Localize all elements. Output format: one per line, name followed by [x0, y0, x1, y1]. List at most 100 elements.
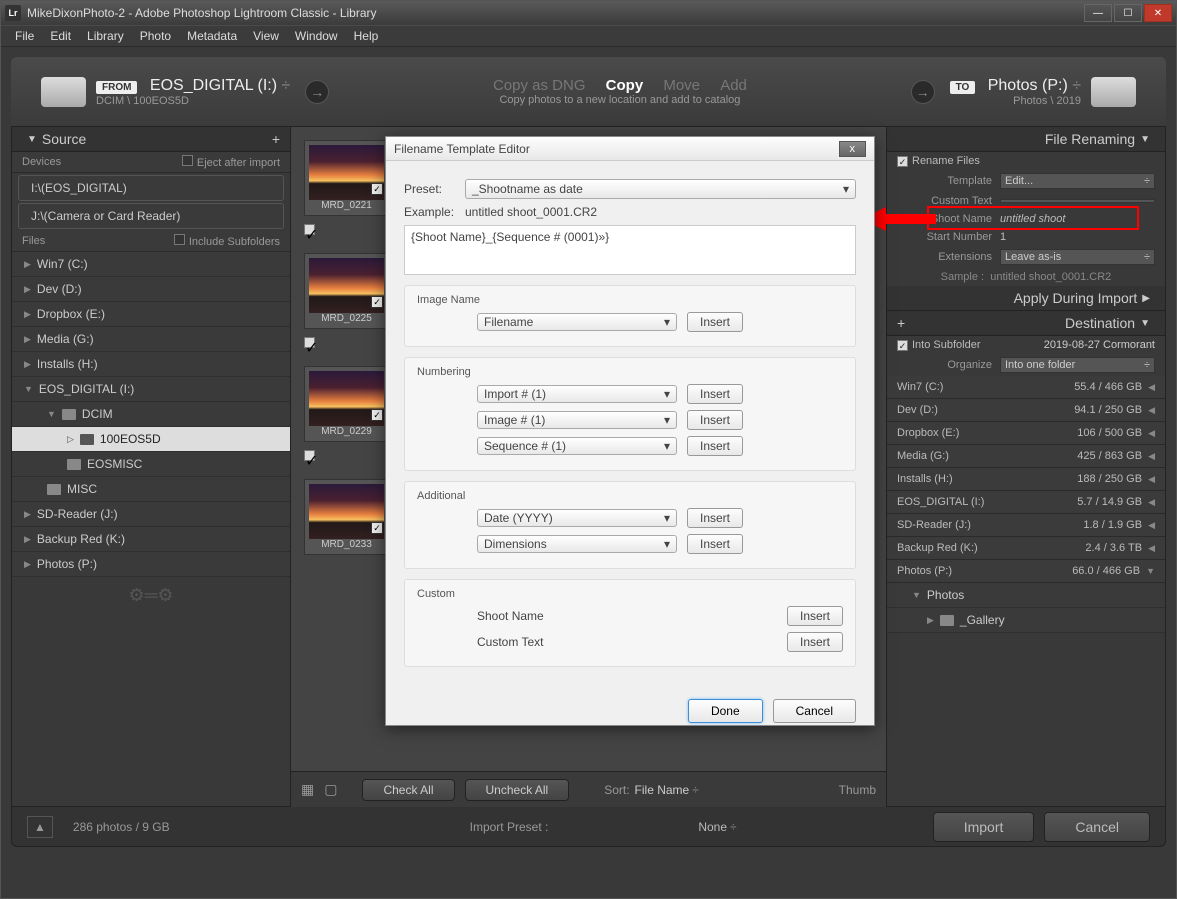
- insert-button[interactable]: Insert: [687, 410, 743, 430]
- drive-media[interactable]: ▶Media (G:): [12, 327, 290, 352]
- maximize-button[interactable]: ☐: [1114, 4, 1142, 22]
- mode-add[interactable]: Add: [720, 77, 747, 94]
- dest-drive[interactable]: Dev (D:)94.1 / 250 GB◀: [887, 399, 1165, 422]
- dest-folder-photos[interactable]: ▼Photos: [887, 583, 1165, 608]
- drive-eos[interactable]: ▼EOS_DIGITAL (I:): [12, 377, 290, 402]
- drive-sdreader[interactable]: ▶SD-Reader (J:): [12, 502, 290, 527]
- check-all-button[interactable]: Check All: [362, 779, 454, 801]
- destination-header[interactable]: +Destination▼: [887, 311, 1165, 336]
- subfolders-checkbox[interactable]: [174, 234, 185, 245]
- sort-value[interactable]: File Name: [635, 783, 690, 797]
- date-dropdown[interactable]: Date (YYYY)▾: [477, 509, 677, 527]
- insert-button[interactable]: Insert: [787, 632, 843, 652]
- drive-dev[interactable]: ▶Dev (D:): [12, 277, 290, 302]
- dest-folder-gallery[interactable]: ▶_Gallery: [887, 608, 1165, 633]
- arrow-right-icon-2[interactable]: →: [911, 80, 935, 104]
- start-number[interactable]: 1: [1000, 231, 1155, 243]
- folder-misc[interactable]: MISC: [12, 477, 290, 502]
- menu-photo[interactable]: Photo: [132, 29, 179, 43]
- row-check[interactable]: ✓: [304, 224, 315, 235]
- row-check[interactable]: ✓: [304, 337, 315, 348]
- menu-metadata[interactable]: Metadata: [179, 29, 245, 43]
- drive-dropbox[interactable]: ▶Dropbox (E:): [12, 302, 290, 327]
- mode-copy-dng[interactable]: Copy as DNG: [493, 77, 586, 94]
- dest-drive[interactable]: Win7 (C:)55.4 / 466 GB◀: [887, 376, 1165, 399]
- to-drive[interactable]: Photos (P:): [988, 77, 1068, 94]
- insert-button[interactable]: Insert: [687, 436, 743, 456]
- footer: ▲ 286 photos / 9 GB Import Preset : None…: [11, 807, 1166, 847]
- preset-dropdown[interactable]: _Shootname as date▾: [465, 179, 856, 199]
- dialog-close-button[interactable]: x: [839, 141, 867, 157]
- menu-view[interactable]: View: [245, 29, 287, 43]
- source-header[interactable]: ▼Source+: [12, 127, 290, 152]
- folder-100eos5d[interactable]: ▷100EOS5D: [12, 427, 290, 452]
- dest-drive[interactable]: Backup Red (K:)2.4 / 3.6 TB◀: [887, 537, 1165, 560]
- folder-eosmisc[interactable]: EOSMISC: [12, 452, 290, 477]
- menu-help[interactable]: Help: [346, 29, 387, 43]
- cancel-dialog-button[interactable]: Cancel: [773, 699, 856, 723]
- menubar: File Edit Library Photo Metadata View Wi…: [1, 25, 1176, 47]
- annotation-highlight: [927, 206, 1139, 230]
- from-drive[interactable]: EOS_DIGITAL (I:): [150, 77, 277, 94]
- source-drive-icon: [41, 77, 86, 107]
- cancel-button[interactable]: Cancel: [1044, 812, 1150, 842]
- insert-button[interactable]: Insert: [787, 606, 843, 626]
- mode-move[interactable]: Move: [663, 77, 700, 94]
- rename-files-checkbox[interactable]: ✓: [897, 156, 908, 167]
- insert-button[interactable]: Insert: [687, 312, 743, 332]
- expand-icon[interactable]: ▲: [27, 816, 53, 838]
- menu-edit[interactable]: Edit: [42, 29, 79, 43]
- extensions-dropdown[interactable]: Leave as-is÷: [1000, 249, 1155, 265]
- eject-checkbox[interactable]: [182, 155, 193, 166]
- thumb-2[interactable]: ✓MRD_0229: [304, 366, 389, 442]
- organize-dropdown[interactable]: Into one folder÷: [1000, 357, 1155, 373]
- device-card-a[interactable]: I:\(EOS_DIGITAL): [18, 175, 284, 201]
- thumb-3[interactable]: ✓MRD_0233: [304, 479, 389, 555]
- insert-button[interactable]: Insert: [687, 534, 743, 554]
- dest-drive[interactable]: SD-Reader (J:)1.8 / 1.9 GB◀: [887, 514, 1165, 537]
- menu-library[interactable]: Library: [79, 29, 132, 43]
- source-panel: ▼Source+ DevicesEject after import I:\(E…: [11, 127, 291, 807]
- row-check[interactable]: ✓: [304, 450, 315, 461]
- window-title: MikeDixonPhoto-2 - Adobe Photoshop Light…: [27, 6, 377, 20]
- grid-view-icon[interactable]: ▦: [301, 781, 314, 798]
- dest-drive[interactable]: Photos (P:)66.0 / 466 GB▼: [887, 560, 1165, 583]
- menu-file[interactable]: File: [7, 29, 42, 43]
- mode-copy[interactable]: Copy: [606, 77, 644, 94]
- dest-drive[interactable]: EOS_DIGITAL (I:)5.7 / 14.9 GB◀: [887, 491, 1165, 514]
- single-view-icon[interactable]: ▢: [324, 781, 337, 798]
- insert-button[interactable]: Insert: [687, 384, 743, 404]
- filename-dropdown[interactable]: Filename▾: [477, 313, 677, 331]
- dimensions-dropdown[interactable]: Dimensions▾: [477, 535, 677, 553]
- folder-dcim[interactable]: ▼DCIM: [12, 402, 290, 427]
- file-renaming-header[interactable]: File Renaming▼: [887, 127, 1165, 152]
- template-dropdown[interactable]: Edit...÷: [1000, 173, 1155, 189]
- close-button[interactable]: ✕: [1144, 4, 1172, 22]
- subfolder-name[interactable]: 2019-08-27 Cormorant: [1044, 339, 1155, 351]
- device-card-b[interactable]: J:\(Camera or Card Reader): [18, 203, 284, 229]
- image-num-dropdown[interactable]: Image # (1)▾: [477, 411, 677, 429]
- drive-backup[interactable]: ▶Backup Red (K:): [12, 527, 290, 552]
- dest-drive[interactable]: Dropbox (E:)106 / 500 GB◀: [887, 422, 1165, 445]
- uncheck-all-button[interactable]: Uncheck All: [465, 779, 570, 801]
- sequence-num-dropdown[interactable]: Sequence # (1)▾: [477, 437, 677, 455]
- dest-drive[interactable]: Media (G:)425 / 863 GB◀: [887, 445, 1165, 468]
- insert-button[interactable]: Insert: [687, 508, 743, 528]
- thumb-0[interactable]: ✓MRD_0221: [304, 140, 389, 216]
- minimize-button[interactable]: —: [1084, 4, 1112, 22]
- thumb-1[interactable]: ✓MRD_0225: [304, 253, 389, 329]
- menu-window[interactable]: Window: [287, 29, 346, 43]
- dest-drive[interactable]: Installs (H:)188 / 250 GB◀: [887, 468, 1165, 491]
- import-preset-value[interactable]: None: [698, 820, 727, 834]
- drive-win7[interactable]: ▶Win7 (C:): [12, 252, 290, 277]
- apply-during-import-header[interactable]: Apply During Import▶: [887, 286, 1165, 311]
- import-num-dropdown[interactable]: Import # (1)▾: [477, 385, 677, 403]
- drive-installs[interactable]: ▶Installs (H:): [12, 352, 290, 377]
- into-subfolder-checkbox[interactable]: ✓: [897, 340, 908, 351]
- custom-text-input[interactable]: [1000, 199, 1155, 203]
- arrow-right-icon[interactable]: →: [305, 80, 329, 104]
- import-button[interactable]: Import: [933, 812, 1035, 842]
- template-text-input[interactable]: {Shoot Name}_{Sequence # (0001)»}: [404, 225, 856, 275]
- done-button[interactable]: Done: [688, 699, 763, 723]
- drive-photos[interactable]: ▶Photos (P:): [12, 552, 290, 577]
